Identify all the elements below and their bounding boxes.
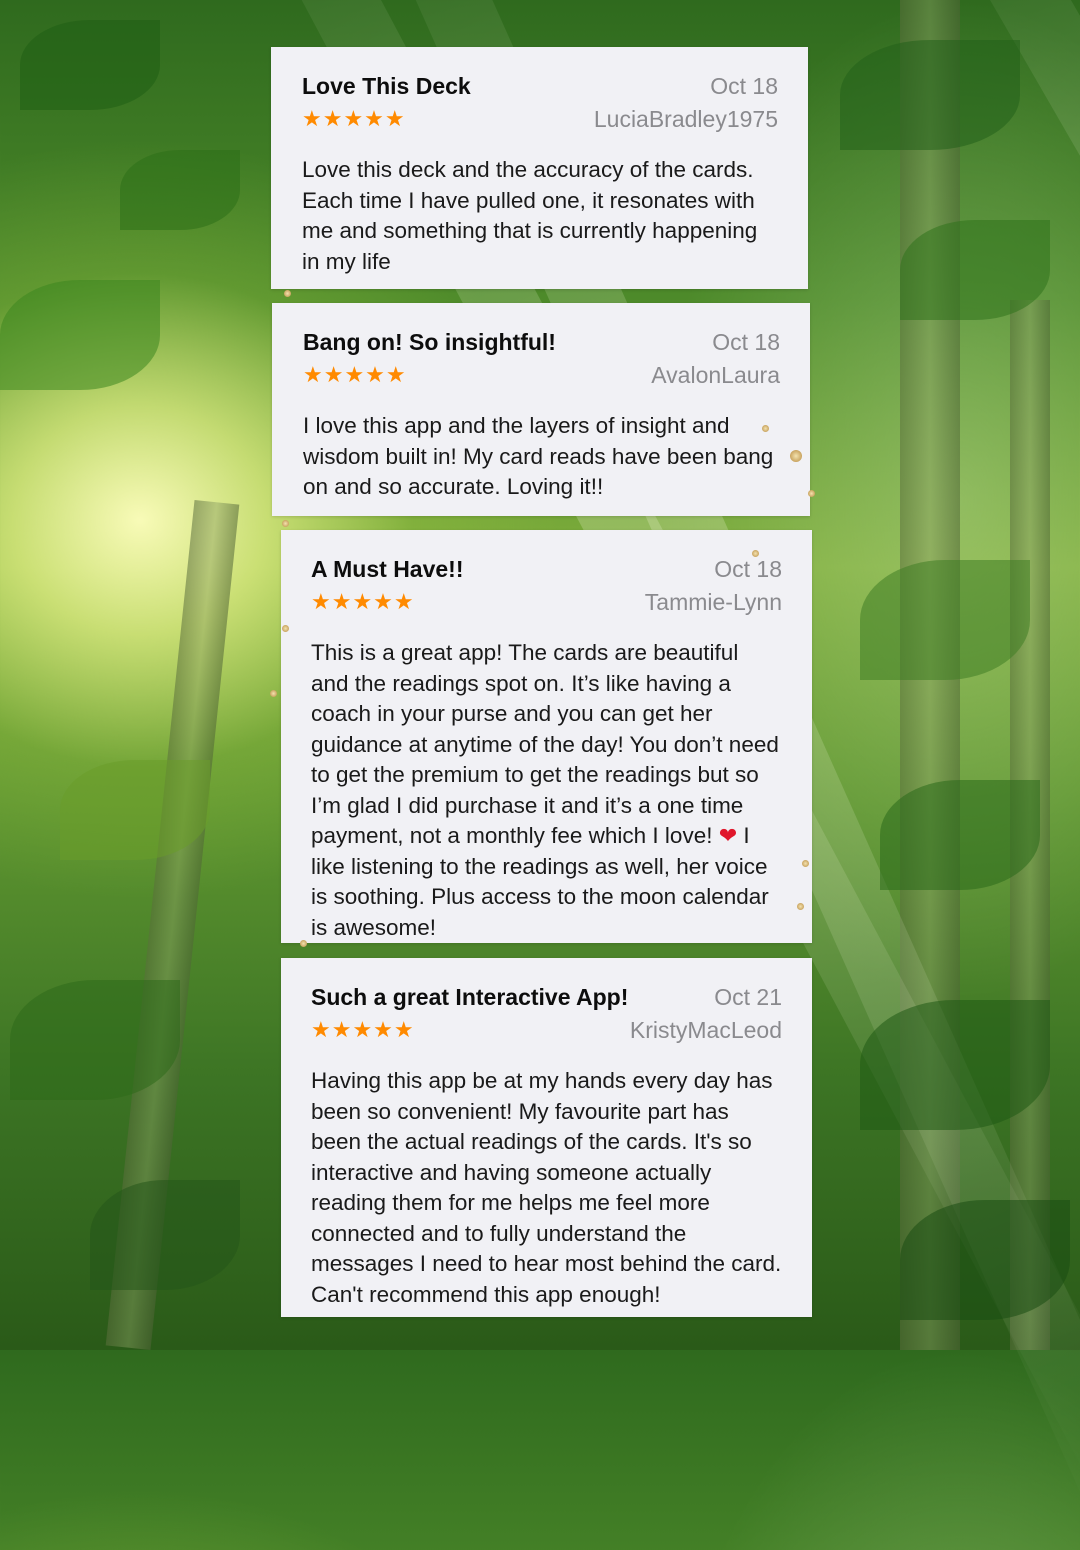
- review-date: Oct 18: [712, 329, 780, 355]
- star-rating-icon: ★★★★★: [302, 106, 406, 132]
- review-author: Tammie-Lynn: [644, 589, 782, 615]
- review-meta: ★★★★★ Tammie-Lynn: [311, 589, 782, 616]
- review-header: Such a great Interactive App! Oct 21: [311, 984, 782, 1011]
- sparkle-icon: [797, 903, 804, 910]
- review-title: Such a great Interactive App!: [311, 984, 629, 1010]
- sparkle-icon: [790, 450, 802, 462]
- sparkle-icon: [284, 290, 291, 297]
- review-title: A Must Have!!: [311, 556, 464, 582]
- review-author: AvalonLaura: [651, 362, 780, 388]
- heart-icon: ❤: [718, 823, 738, 848]
- sparkle-icon: [752, 550, 759, 557]
- review-body: Love this deck and the accuracy of the c…: [302, 157, 758, 274]
- sparkle-icon: [808, 490, 815, 497]
- review-date: Oct 21: [714, 984, 782, 1010]
- review-card: Bang on! So insightful! Oct 18 ★★★★★ Ava…: [272, 303, 810, 516]
- review-meta: ★★★★★ KristyMacLeod: [311, 1017, 782, 1044]
- review-date: Oct 18: [714, 556, 782, 582]
- review-header: Love This Deck Oct 18: [302, 73, 778, 100]
- sparkle-icon: [282, 625, 289, 632]
- star-rating-icon: ★★★★★: [311, 589, 415, 615]
- star-rating-icon: ★★★★★: [303, 362, 407, 388]
- sparkle-icon: [270, 690, 277, 697]
- review-title: Bang on! So insightful!: [303, 329, 556, 355]
- review-meta: ★★★★★ AvalonLaura: [303, 362, 780, 389]
- sparkle-icon: [762, 425, 769, 432]
- sparkle-icon: [282, 520, 289, 527]
- review-meta: ★★★★★ LuciaBradley1975: [302, 106, 778, 133]
- review-body: Having this app be at my hands every day…: [311, 1068, 782, 1307]
- review-title: Love This Deck: [302, 73, 471, 99]
- review-card: A Must Have!! Oct 18 ★★★★★ Tammie-Lynn T…: [281, 530, 812, 943]
- review-author: LuciaBradley1975: [593, 106, 778, 132]
- star-rating-icon: ★★★★★: [311, 1017, 415, 1043]
- review-header: A Must Have!! Oct 18: [311, 556, 782, 583]
- review-header: Bang on! So insightful! Oct 18: [303, 329, 780, 356]
- review-card: Such a great Interactive App! Oct 21 ★★★…: [281, 958, 812, 1317]
- review-author: KristyMacLeod: [629, 1017, 782, 1043]
- review-body: I love this app and the layers of insigh…: [303, 413, 774, 499]
- review-body: This is a great app! The cards are beaut…: [311, 638, 782, 943]
- review-card: Love This Deck Oct 18 ★★★★★ LuciaBradley…: [271, 47, 808, 289]
- sparkle-icon: [300, 940, 307, 947]
- sparkle-icon: [802, 860, 809, 867]
- review-body-text: This is a great app! The cards are beaut…: [311, 640, 779, 848]
- review-date: Oct 18: [710, 73, 778, 99]
